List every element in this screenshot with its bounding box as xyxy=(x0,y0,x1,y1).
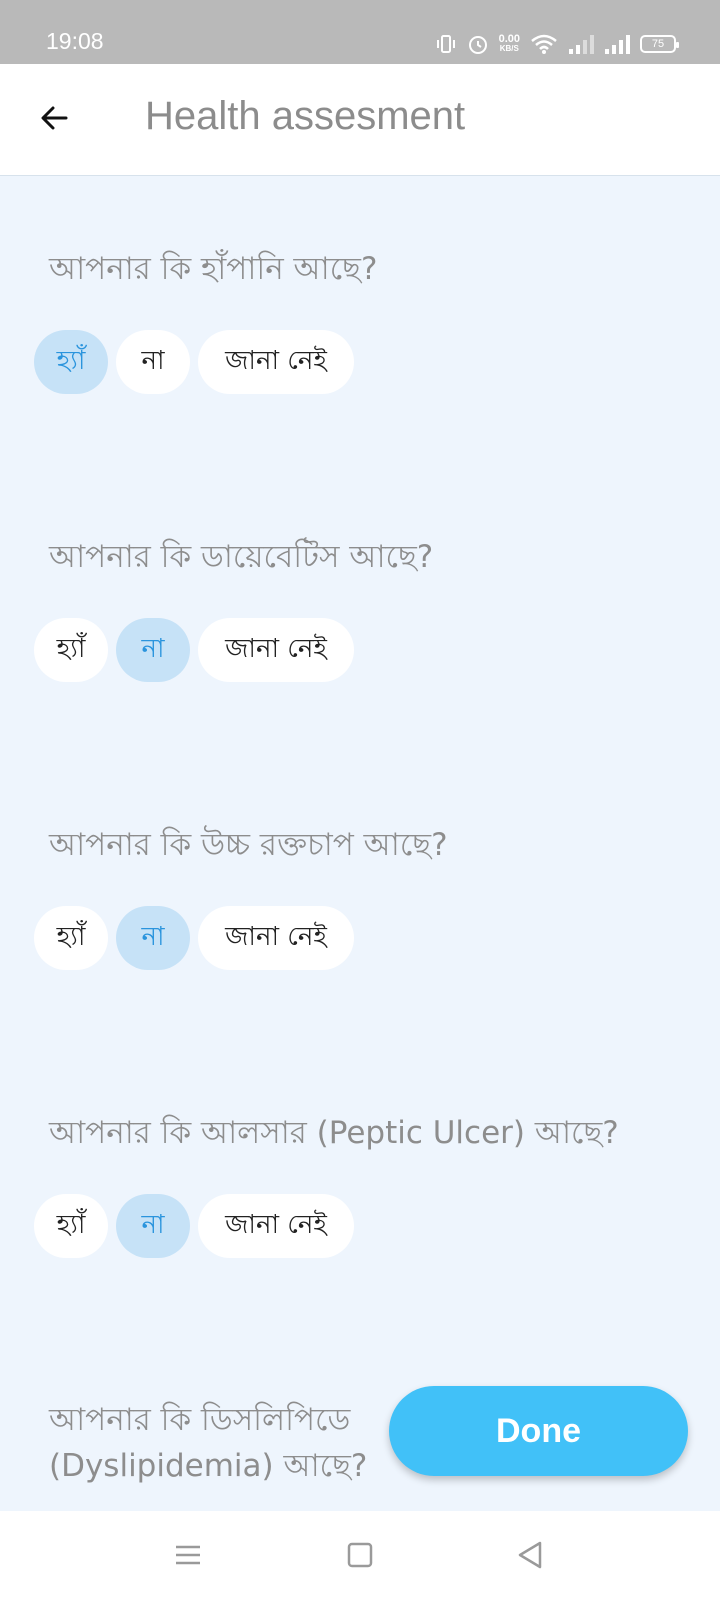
question-text: আপনার কি উচ্চ রক্তচাপ আছে? xyxy=(49,827,448,863)
arrow-left-icon xyxy=(38,102,70,138)
option-unknown[interactable]: জানা নেই xyxy=(198,1194,354,1258)
net-speed-unit: KB/S xyxy=(499,44,519,53)
wifi-icon xyxy=(530,33,558,55)
menu-button[interactable] xyxy=(168,1537,208,1577)
net-speed-value: 0.00 xyxy=(498,33,520,45)
back-triangle-icon xyxy=(516,1540,544,1574)
answer-options: হ্যাঁ না জানা নেই xyxy=(34,618,354,682)
back-button[interactable] xyxy=(30,96,78,144)
option-no[interactable]: না xyxy=(116,330,190,394)
question-text: আপনার কি হাঁপানি আছে? xyxy=(49,251,378,287)
battery-icon: 75 xyxy=(640,35,679,53)
status-bar: 19:08 0.00 KB/S 75 xyxy=(0,0,720,64)
answer-options: হ্যাঁ না জানা নেই xyxy=(34,906,354,970)
status-icons: 0.00 KB/S 75 xyxy=(435,30,679,58)
assessment-form: আপনার কি হাঁপানি আছে? হ্যাঁ না জানা নেই … xyxy=(0,177,720,1511)
option-unknown[interactable]: জানা নেই xyxy=(198,618,354,682)
battery-level: 75 xyxy=(651,38,665,50)
home-button[interactable] xyxy=(340,1537,380,1577)
signal-icon xyxy=(568,34,594,54)
net-speed: 0.00 KB/S xyxy=(499,34,520,54)
alarm-icon xyxy=(467,33,489,55)
home-square-icon xyxy=(346,1541,374,1573)
option-no[interactable]: না xyxy=(116,906,190,970)
system-nav-bar xyxy=(0,1511,720,1600)
option-unknown[interactable]: জানা নেই xyxy=(198,906,354,970)
answer-options: হ্যাঁ না জানা নেই xyxy=(34,1194,354,1258)
option-no[interactable]: না xyxy=(116,1194,190,1258)
nav-back-button[interactable] xyxy=(510,1537,550,1577)
answer-options: হ্যাঁ না জানা নেই xyxy=(34,330,354,394)
page-title: Health assesment xyxy=(145,94,466,138)
option-yes[interactable]: হ্যাঁ xyxy=(34,330,108,394)
done-button[interactable]: Done xyxy=(389,1386,688,1476)
status-time: 19:08 xyxy=(46,28,104,54)
signal-icon xyxy=(604,34,630,54)
vibrate-icon xyxy=(435,33,457,55)
menu-icon xyxy=(174,1543,202,1571)
question-text: আপনার কি ডায়েবেটিস আছে? xyxy=(49,539,434,575)
option-no[interactable]: না xyxy=(116,618,190,682)
option-yes[interactable]: হ্যাঁ xyxy=(34,906,108,970)
option-yes[interactable]: হ্যাঁ xyxy=(34,618,108,682)
question-text: আপনার কি আলসার (Peptic Ulcer) আছে? xyxy=(49,1115,619,1151)
app-bar: Health assesment xyxy=(0,64,720,176)
option-unknown[interactable]: জানা নেই xyxy=(198,330,354,394)
option-yes[interactable]: হ্যাঁ xyxy=(34,1194,108,1258)
